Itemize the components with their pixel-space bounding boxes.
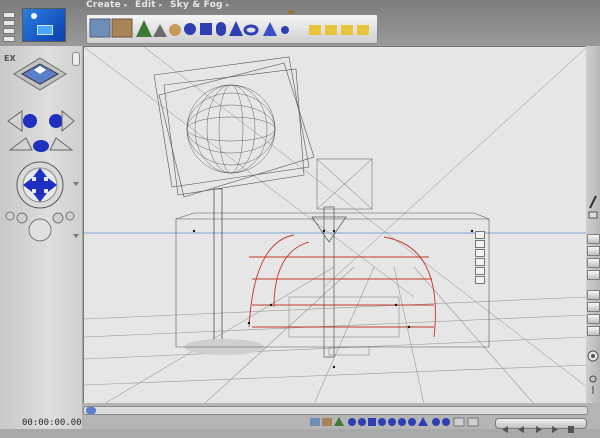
center-pole [323,206,335,358]
chevron-right-icon: ▸ [226,1,230,9]
terrain-icon [111,18,133,38]
cone-icon [229,21,243,36]
menu-sky-fog[interactable]: Sky & Fog ▸ [170,0,230,12]
pyramid-icon [263,22,277,36]
wireframe-scene [83,46,588,405]
playback-controls[interactable] [495,418,587,433]
chevron-down-icon[interactable] [73,234,79,238]
3d-viewport[interactable] [83,46,588,405]
sphere-icon [184,23,196,35]
left-control-panel: EX [0,46,82,429]
trackball-icon[interactable] [14,160,66,210]
library-objects [89,18,369,38]
rotate-icon[interactable] [8,132,74,158]
menu-sky-fog-label: Sky & Fog [170,0,223,10]
timecode-display: 00:00:00.00 [22,418,82,428]
menu-edit-label: Edit [135,0,156,10]
bottom-object-icons[interactable] [310,416,490,428]
timeline-handle[interactable] [86,407,96,414]
chevron-right-icon: ▸ [124,1,128,9]
settings-icon[interactable] [587,350,599,362]
toggle-button[interactable] [587,290,600,300]
menu-create-label: Create [86,0,121,10]
arch-structure [248,234,436,338]
cube-icon [200,23,212,35]
toggle-button[interactable] [587,314,600,324]
chevron-right-icon: ▸ [159,1,163,9]
options-icon[interactable] [588,210,598,220]
torus-icon [243,24,259,36]
material-gold-icon [309,25,321,35]
landscape-icon [89,18,111,38]
library-tray [86,14,378,44]
view-cube-icon[interactable] [12,56,68,94]
toggle-button[interactable] [587,246,600,256]
rock-icon [153,24,167,37]
tree-icon [136,20,152,37]
plant-icon [169,24,181,36]
toggle-button[interactable] [587,234,600,244]
toggle-button[interactable] [587,326,600,336]
toggle-button[interactable] [587,302,600,312]
tree-canopy [186,84,276,174]
toggle-button[interactable] [587,270,600,280]
cylinder-icon [216,22,226,36]
toggle-button[interactable] [587,258,600,268]
ground-grid [83,266,588,405]
layers-icon[interactable] [3,10,15,44]
object-handles[interactable] [475,231,485,284]
camera-preview-icon[interactable] [22,8,66,42]
object-bbox [175,218,490,348]
chevron-down-icon[interactable] [73,182,79,186]
menu-create[interactable]: Create ▸ [86,0,128,12]
render-brush-icon[interactable] [588,194,598,210]
panel-scroll-knob[interactable] [72,52,80,66]
zoom-icon[interactable] [588,374,598,396]
zoom-icon[interactable] [4,206,78,246]
light-icon [281,26,289,34]
menu-edit[interactable]: Edit ▸ [135,0,163,12]
right-toolbar [586,46,600,403]
timeline-scrubber[interactable] [83,406,588,415]
